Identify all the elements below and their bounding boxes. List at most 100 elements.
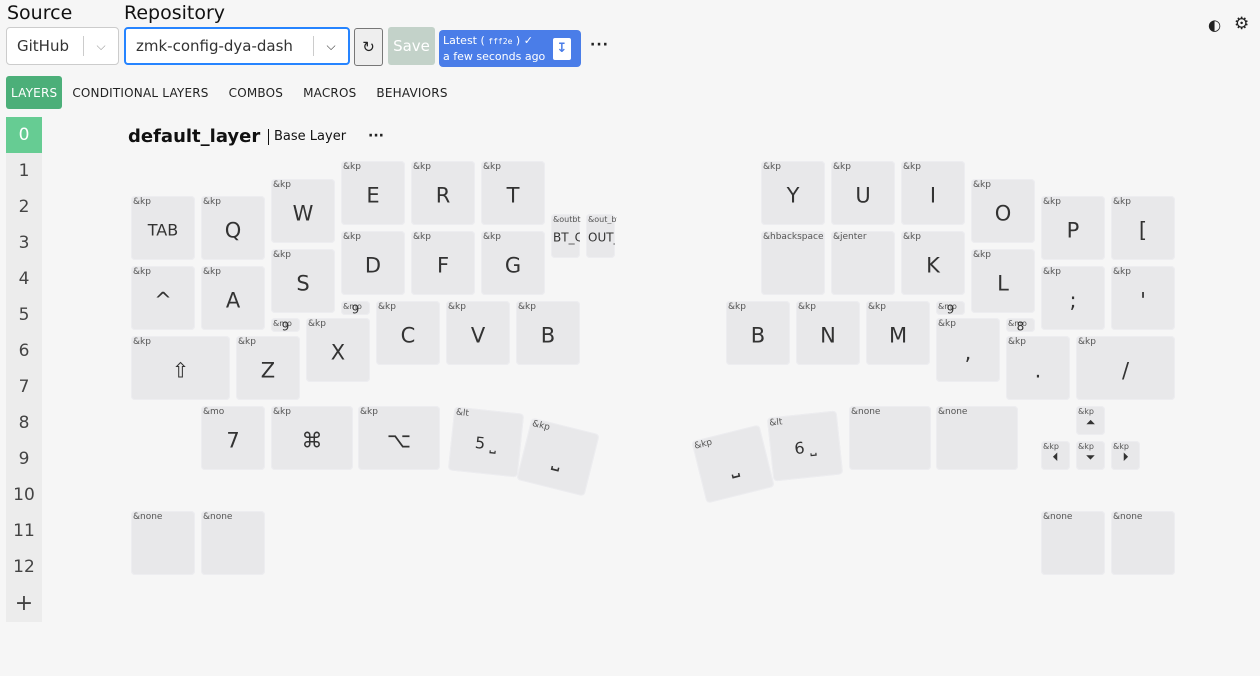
key-behavior: &lt xyxy=(768,417,783,429)
key[interactable]: &kp ⌘ xyxy=(271,406,353,470)
key[interactable]: &kp ⎵ xyxy=(516,417,600,497)
key-legend: BT_CLR_CI xyxy=(553,230,580,245)
key-behavior: &kp xyxy=(448,302,466,312)
key-legend: B xyxy=(750,323,766,348)
key[interactable]: &kp F xyxy=(411,231,475,295)
key-behavior: &kp xyxy=(273,407,291,417)
key[interactable]: &mo 9 xyxy=(341,301,370,316)
key[interactable]: &kp C xyxy=(376,301,440,365)
key[interactable]: &none xyxy=(1041,511,1105,575)
key[interactable]: &kp Q xyxy=(201,196,265,260)
key[interactable]: &kp ⏶ xyxy=(1076,406,1105,435)
key-behavior: &kp xyxy=(1078,337,1096,347)
key[interactable]: &kp Z xyxy=(236,336,300,400)
key-behavior: &lt xyxy=(455,407,470,420)
key-legend: 7 xyxy=(226,428,240,453)
key[interactable]: &kp ⏴ xyxy=(1041,441,1070,470)
key[interactable]: &kp; xyxy=(1041,266,1105,330)
key-legend: U xyxy=(855,183,871,208)
key[interactable]: &kp I xyxy=(901,161,965,225)
key[interactable]: &kp A xyxy=(201,266,265,330)
key-behavior: &kp xyxy=(728,302,746,312)
key[interactable]: &kp. xyxy=(1006,336,1070,400)
key-legend: / xyxy=(1121,358,1130,383)
key-behavior: &kp xyxy=(1043,197,1061,207)
key-legend: 9 xyxy=(281,319,290,334)
key[interactable]: &kp ⎵ xyxy=(691,424,775,504)
key-legend: X xyxy=(330,340,346,365)
key[interactable]: &kp L xyxy=(971,249,1035,313)
key-behavior: &kp xyxy=(903,162,921,172)
key[interactable]: &kp R xyxy=(411,161,475,225)
key-legend: N xyxy=(820,323,836,348)
key-legend: ' xyxy=(1140,288,1146,313)
key-behavior: &kp xyxy=(518,302,536,312)
key[interactable]: &kp / xyxy=(1076,336,1175,400)
key[interactable]: &kp B xyxy=(726,301,790,365)
key-behavior: &kp xyxy=(343,232,361,242)
key[interactable]: &kp S xyxy=(271,249,335,313)
key[interactable]: &kp D xyxy=(341,231,405,295)
key-behavior: &kp xyxy=(203,197,221,207)
key[interactable]: &kp ⏷ xyxy=(1076,441,1105,470)
key[interactable]: &kp ⇧ xyxy=(131,336,230,400)
key[interactable]: &kp TAB xyxy=(131,196,195,260)
key-legend: ^ xyxy=(154,288,172,313)
key-legend: ⌘ xyxy=(301,428,323,453)
key[interactable]: &kp E xyxy=(341,161,405,225)
key-behavior: &jenter xyxy=(833,232,867,242)
key-legend: E xyxy=(366,183,380,208)
key-legend: A xyxy=(225,288,241,313)
key[interactable]: &kp K xyxy=(901,231,965,295)
key[interactable]: &outbt BT_CLR_CI xyxy=(551,214,581,258)
key-legend: , xyxy=(964,340,972,365)
key[interactable]: &mo 9 xyxy=(936,301,965,316)
key-behavior: &kp xyxy=(360,407,378,417)
key[interactable]: &kp V xyxy=(446,301,510,365)
key[interactable]: &hbackspace xyxy=(761,231,825,295)
key[interactable]: &kp ⏵ xyxy=(1111,441,1140,470)
key-legend: W xyxy=(292,201,314,226)
key-legend: O xyxy=(994,201,1012,226)
key[interactable]: &none xyxy=(1111,511,1175,575)
key[interactable]: &kp U xyxy=(831,161,895,225)
key[interactable]: &kp ^ xyxy=(131,266,195,330)
key-legend: 8 xyxy=(1016,319,1025,334)
key-legend: M xyxy=(888,323,908,348)
key[interactable]: &kp M xyxy=(866,301,930,365)
key[interactable]: &kp B xyxy=(516,301,580,365)
key[interactable]: &lt 5 ⎵ xyxy=(447,406,525,478)
key-behavior: &kp xyxy=(133,267,151,277)
key[interactable]: &kp P xyxy=(1041,196,1105,260)
key[interactable]: &mo 8 xyxy=(1006,318,1035,334)
key[interactable]: &jenter xyxy=(831,231,895,295)
key-behavior: &kp xyxy=(273,180,291,190)
key[interactable]: &none xyxy=(131,511,195,575)
key-legend: 5 ⎵ xyxy=(474,432,498,455)
key[interactable]: &kp X xyxy=(306,318,370,382)
key-legend: I xyxy=(929,183,937,208)
key[interactable]: &kp W xyxy=(271,179,335,243)
key-legend: Z xyxy=(260,358,276,383)
key-legend: P xyxy=(1066,218,1080,243)
key[interactable]: &kp, xyxy=(936,318,1000,382)
key[interactable]: &kp T xyxy=(481,161,545,225)
key[interactable]: &kp Y xyxy=(761,161,825,225)
key[interactable]: &kp G xyxy=(481,231,545,295)
key[interactable]: &mo 9 xyxy=(271,318,300,334)
key[interactable]: &out_bt_nxt OUT_TOG xyxy=(586,214,617,258)
key[interactable]: &mo 7 xyxy=(201,406,265,470)
key[interactable]: &kp ' xyxy=(1111,266,1175,330)
key-behavior: &none xyxy=(851,407,881,417)
key[interactable]: &none xyxy=(201,511,265,575)
key[interactable]: &kp O xyxy=(971,179,1035,243)
key-behavior: &kp xyxy=(763,162,781,172)
key[interactable]: &none xyxy=(849,406,931,470)
key-legend: K xyxy=(926,253,940,278)
key[interactable]: &lt 6 ⎵ xyxy=(766,410,844,482)
key[interactable]: &kp ⌥ xyxy=(358,406,440,470)
key[interactable]: &kp N xyxy=(796,301,860,365)
key[interactable]: &none xyxy=(936,406,1018,470)
key[interactable]: &kp [ xyxy=(1111,196,1175,260)
key-legend: F xyxy=(436,253,450,278)
